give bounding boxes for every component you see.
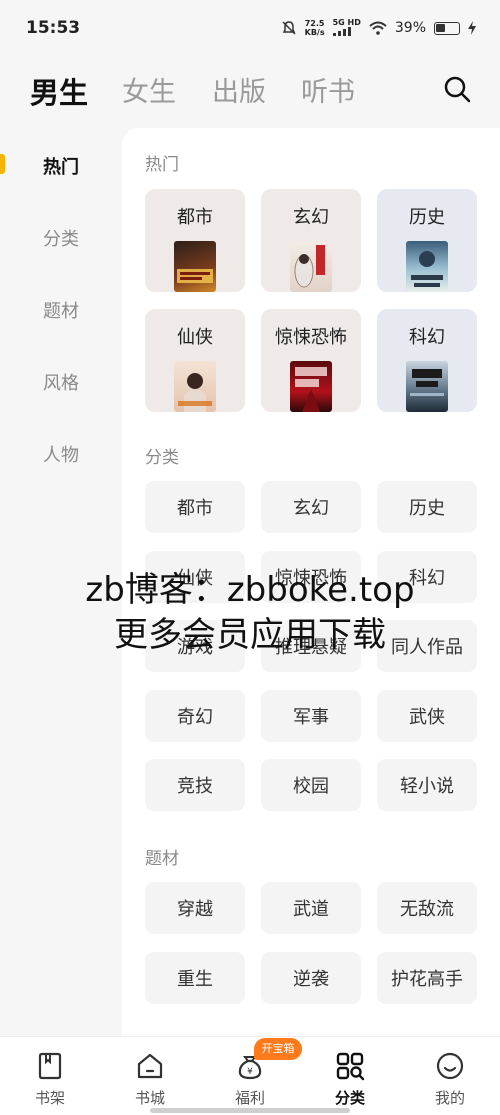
profile-icon <box>436 1052 464 1080</box>
tag-pill[interactable]: 重生 <box>145 951 245 1004</box>
tag-pill[interactable]: 逆袭 <box>261 951 361 1004</box>
wifi-icon <box>369 21 387 35</box>
home-indicator <box>150 1108 350 1113</box>
hot-card-label: 历史 <box>409 207 445 228</box>
tag-pill[interactable]: 游戏 <box>145 620 245 672</box>
tag-pill[interactable]: 同人作品 <box>377 620 477 672</box>
hot-card-label: 都市 <box>177 207 213 228</box>
hot-card-urban[interactable]: 都市 <box>145 189 245 292</box>
top-nav: 男生 女生 出版 听书 <box>0 58 500 122</box>
tag-pill[interactable]: 护花高手 <box>377 951 477 1004</box>
section-title-category: 分类 <box>145 448 179 468</box>
status-icons: 72.5 KB/s 5G HD 39% <box>281 18 476 38</box>
tag-pill[interactable]: 玄幻 <box>261 481 361 533</box>
book-cover <box>290 361 332 412</box>
tag-pill[interactable]: 仙侠 <box>145 550 245 603</box>
sidebar-item-character[interactable]: 人物 <box>0 441 122 467</box>
tag-pill[interactable]: 穿越 <box>145 882 245 934</box>
hot-card-xianxia[interactable]: 仙侠 <box>145 309 245 412</box>
tag-pill[interactable]: 轻小说 <box>377 759 477 811</box>
hot-card-label: 惊悚恐怖 <box>275 327 347 348</box>
section-title-theme: 题材 <box>145 849 179 869</box>
tag-pill[interactable]: 科幻 <box>377 550 477 603</box>
sidebar-item-hot[interactable]: 热门 <box>0 153 122 179</box>
hot-card-fantasy[interactable]: 玄幻 <box>261 189 361 292</box>
battery-icon <box>434 21 460 35</box>
tab-female[interactable]: 女生 <box>122 70 176 109</box>
book-cover <box>174 241 216 292</box>
tab-audiobook[interactable]: 听书 <box>301 70 355 109</box>
status-time: 15:53 <box>26 18 81 38</box>
category-icon <box>336 1052 365 1081</box>
tag-pill[interactable]: 惊悚恐怖 <box>261 550 361 603</box>
book-cover <box>290 241 332 292</box>
sidebar-item-style[interactable]: 风格 <box>0 369 122 395</box>
tag-pill[interactable]: 历史 <box>377 481 477 533</box>
tag-pill[interactable]: 校园 <box>261 759 361 811</box>
bottom-nav: 书架 书城 ¥ 福利 分类 我的 <box>0 1036 500 1115</box>
net-speed: 72.5 KB/s <box>304 19 325 37</box>
mute-bell-icon <box>282 21 296 35</box>
tag-pill[interactable]: 武道 <box>261 882 361 934</box>
tag-pill[interactable]: 军事 <box>261 689 361 742</box>
sidebar-item-theme[interactable]: 题材 <box>0 297 122 323</box>
tab-publish[interactable]: 出版 <box>212 70 266 109</box>
svg-text:¥: ¥ <box>247 1067 253 1077</box>
network-type: 5G HD <box>332 18 361 38</box>
nav-bookstore[interactable]: 书城 <box>100 1037 200 1115</box>
battery-percent: 39% <box>394 20 426 36</box>
bookstore-icon <box>137 1053 163 1079</box>
nav-category[interactable]: 分类 <box>300 1037 400 1115</box>
book-cover <box>406 241 448 292</box>
tag-pill[interactable]: 无敌流 <box>377 882 477 934</box>
search-icon[interactable] <box>442 74 472 104</box>
book-cover <box>174 361 216 412</box>
hot-card-horror[interactable]: 惊悚恐怖 <box>261 309 361 412</box>
tag-pill[interactable]: 武侠 <box>377 689 477 742</box>
content-panel: 热门 都市 玄幻 历史 仙侠 惊悚恐怖 科幻 分类 题材 都市 玄幻 历史 仙侠… <box>122 128 500 1058</box>
section-title-hot: 热门 <box>145 155 179 175</box>
hot-card-label: 仙侠 <box>177 327 213 348</box>
status-bar: 15:53 72.5 KB/s 5G HD 39% <box>0 0 500 58</box>
nav-profile[interactable]: 我的 <box>400 1037 500 1115</box>
bookshelf-icon <box>38 1052 62 1080</box>
tag-pill[interactable]: 奇幻 <box>145 689 245 742</box>
hot-card-history[interactable]: 历史 <box>377 189 477 292</box>
tag-pill[interactable]: 竞技 <box>145 759 245 811</box>
sidebar-item-category[interactable]: 分类 <box>0 225 122 251</box>
tag-pill[interactable]: 推理悬疑 <box>261 620 361 672</box>
hot-card-label: 科幻 <box>409 327 445 348</box>
nav-bookshelf[interactable]: 书架 <box>0 1037 100 1115</box>
signal-icon <box>332 27 351 36</box>
hot-card-label: 玄幻 <box>293 207 329 228</box>
book-cover <box>406 361 448 412</box>
treasure-box-badge[interactable]: 开宝箱 <box>254 1038 302 1060</box>
charging-icon <box>468 21 476 35</box>
hot-card-scifi[interactable]: 科幻 <box>377 309 477 412</box>
tag-pill[interactable]: 都市 <box>145 481 245 533</box>
tab-male[interactable]: 男生 <box>30 70 88 112</box>
